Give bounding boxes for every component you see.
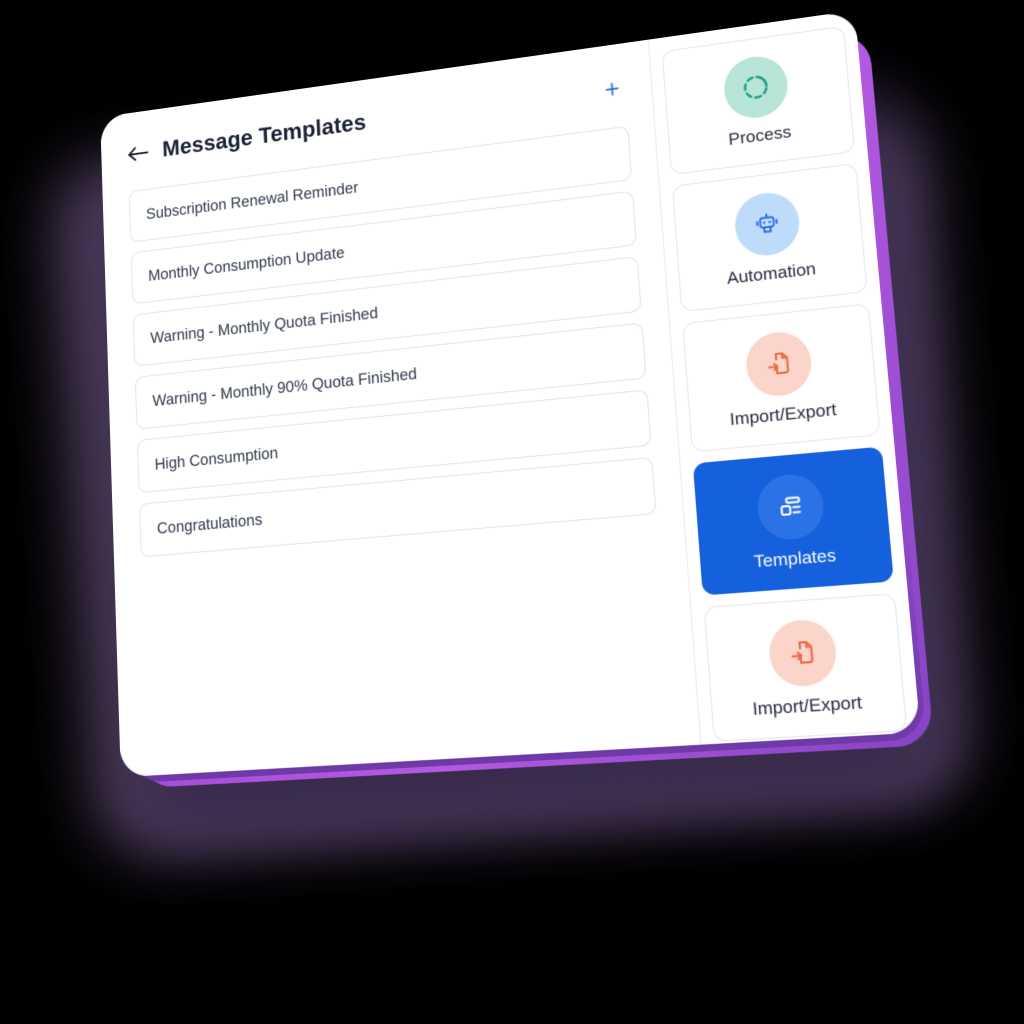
device-card: Message Templates + Subscription Renewal…: [100, 10, 935, 789]
scene: Message Templates + Subscription Renewal…: [0, 0, 1024, 1024]
list-item-label: Warning - Monthly 90% Quota Finished: [152, 364, 418, 410]
spinner-circle-icon: [721, 52, 790, 122]
main-panel: Message Templates + Subscription Renewal…: [100, 39, 702, 778]
robot-icon: [732, 188, 802, 259]
file-import-icon: [743, 328, 814, 399]
sidebar-item-import-export-2[interactable]: Import/Export: [703, 593, 908, 742]
sidebar-item-label: Process: [727, 121, 792, 149]
list-item-label: Congratulations: [156, 510, 263, 538]
sidebar-item-label: Templates: [753, 544, 837, 572]
sidebar-item-label: Automation: [726, 258, 817, 288]
list-item-label: Warning - Monthly Quota Finished: [150, 304, 379, 347]
sidebar-item-import-export[interactable]: Import/Export: [682, 303, 881, 453]
app-window: Message Templates + Subscription Renewal…: [100, 10, 921, 778]
sidebar-item-automation[interactable]: Automation: [671, 163, 868, 313]
list-item-label: High Consumption: [154, 443, 279, 474]
list-item-label: Subscription Renewal Reminder: [145, 178, 359, 223]
sidebar-item-templates[interactable]: Templates: [692, 446, 894, 596]
list-item-label: Monthly Consumption Update: [147, 243, 345, 285]
file-import-icon: [766, 617, 839, 688]
arrow-left-icon[interactable]: [127, 144, 150, 163]
sidebar-item-label: Import/Export: [729, 399, 838, 429]
template-list: Subscription Renewal Reminder Monthly Co…: [102, 95, 683, 559]
sidebar-item-process[interactable]: Process: [661, 25, 856, 176]
template-layout-icon: [755, 471, 826, 542]
add-template-button[interactable]: +: [604, 74, 627, 105]
sidebar-item-label: Import/Export: [751, 691, 863, 719]
